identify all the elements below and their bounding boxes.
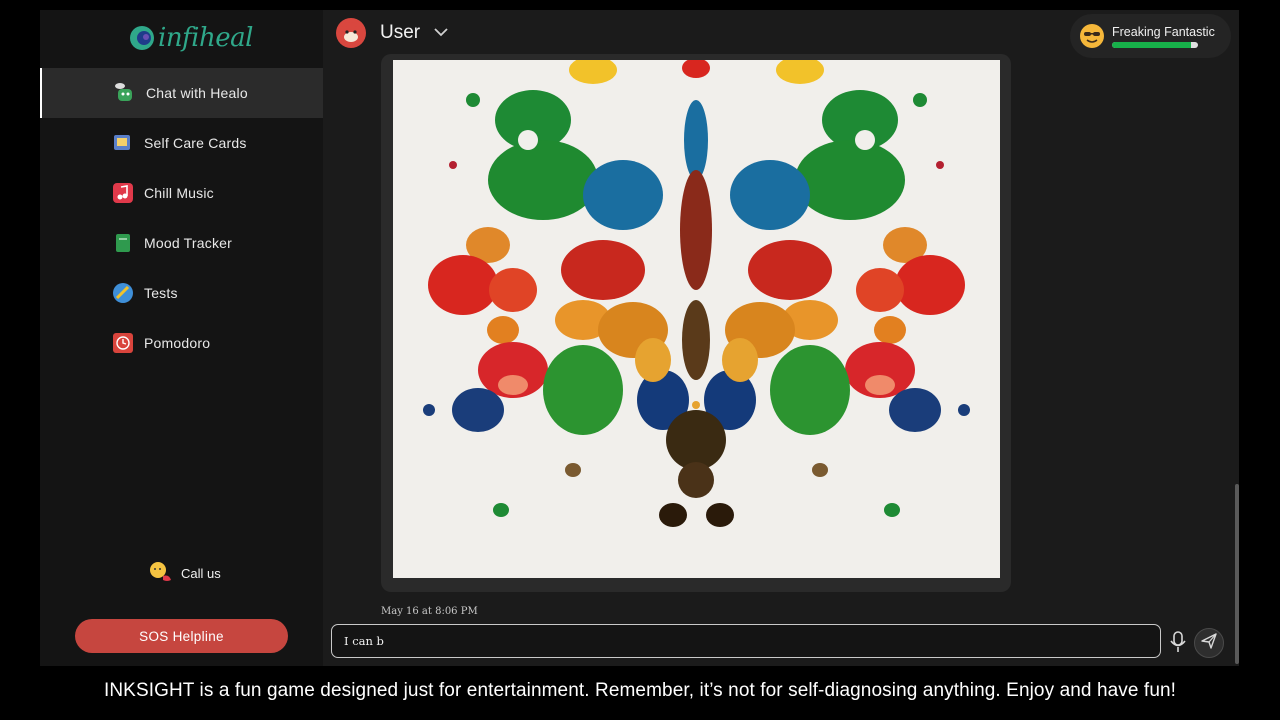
brand-name: infiheal (158, 23, 253, 53)
sidebar-item-label: Self Care Cards (144, 135, 247, 151)
infiheal-logo-icon (128, 24, 156, 52)
sidebar-item-self-care-cards[interactable]: Self Care Cards (40, 118, 323, 168)
sidebar-item-label: Mood Tracker (144, 235, 232, 251)
sidebar-nav: Chat with Healo Self Care Cards Chill Musi… (40, 68, 323, 368)
user-avatar-icon (336, 18, 366, 48)
sidebar-item-tests[interactable]: Tests (40, 268, 323, 318)
timer-icon (112, 332, 134, 354)
microphone-icon[interactable] (1168, 630, 1188, 654)
sunglasses-emoji-icon (1080, 24, 1104, 48)
cards-icon (112, 132, 134, 154)
mood-level-fill (1112, 41, 1192, 48)
sidebar-item-chill-music[interactable]: Chill Music (40, 168, 323, 218)
chatbot-icon (114, 82, 136, 104)
sidebar-item-label: Chat with Healo (146, 85, 248, 101)
sidebar-item-label: Pomodoro (144, 335, 211, 351)
send-button[interactable] (1194, 628, 1224, 658)
sidebar-item-label: Chill Music (144, 185, 214, 201)
sos-helpline-button[interactable]: SOS Helpline (75, 619, 288, 653)
sidebar-item-chat-with-healo[interactable]: Chat with Healo (40, 68, 323, 118)
app-window: infiheal Chat with Healo Self Care Cards C… (40, 10, 1239, 666)
user-menu[interactable]: User (336, 18, 448, 48)
sidebar-item-mood-tracker[interactable]: Mood Tracker (40, 218, 323, 268)
mood-status[interactable]: Freaking Fantastic (1070, 14, 1231, 58)
phone-emoji-icon (147, 560, 175, 587)
mood-label: Freaking Fantastic (1112, 24, 1215, 39)
brand-logo[interactable]: infiheal (128, 20, 253, 56)
journal-icon (112, 232, 134, 254)
user-name: User (380, 22, 421, 43)
inkblot-image[interactable] (393, 60, 1000, 578)
music-note-icon (112, 182, 134, 204)
sidebar-item-label: Tests (144, 285, 178, 301)
chat-scrollbar[interactable] (1235, 484, 1239, 664)
sidebar: infiheal Chat with Healo Self Care Cards C… (40, 10, 323, 666)
mood-level-bar (1112, 41, 1198, 48)
chevron-down-icon (434, 24, 448, 42)
composer (331, 624, 1161, 658)
send-icon (1201, 632, 1217, 654)
video-caption: INKSIGHT is a fun game designed just for… (103, 680, 1177, 701)
call-us-link[interactable]: Call us (147, 560, 221, 587)
call-us-label: Call us (181, 566, 221, 581)
sidebar-item-pomodoro[interactable]: Pomodoro (40, 318, 323, 368)
pencil-check-icon (112, 282, 134, 304)
message-timestamp: May 16 at 8:06 PM (381, 606, 478, 617)
message-input[interactable] (331, 624, 1161, 658)
chat-area: May 16 at 8:06 PM (323, 54, 1239, 664)
